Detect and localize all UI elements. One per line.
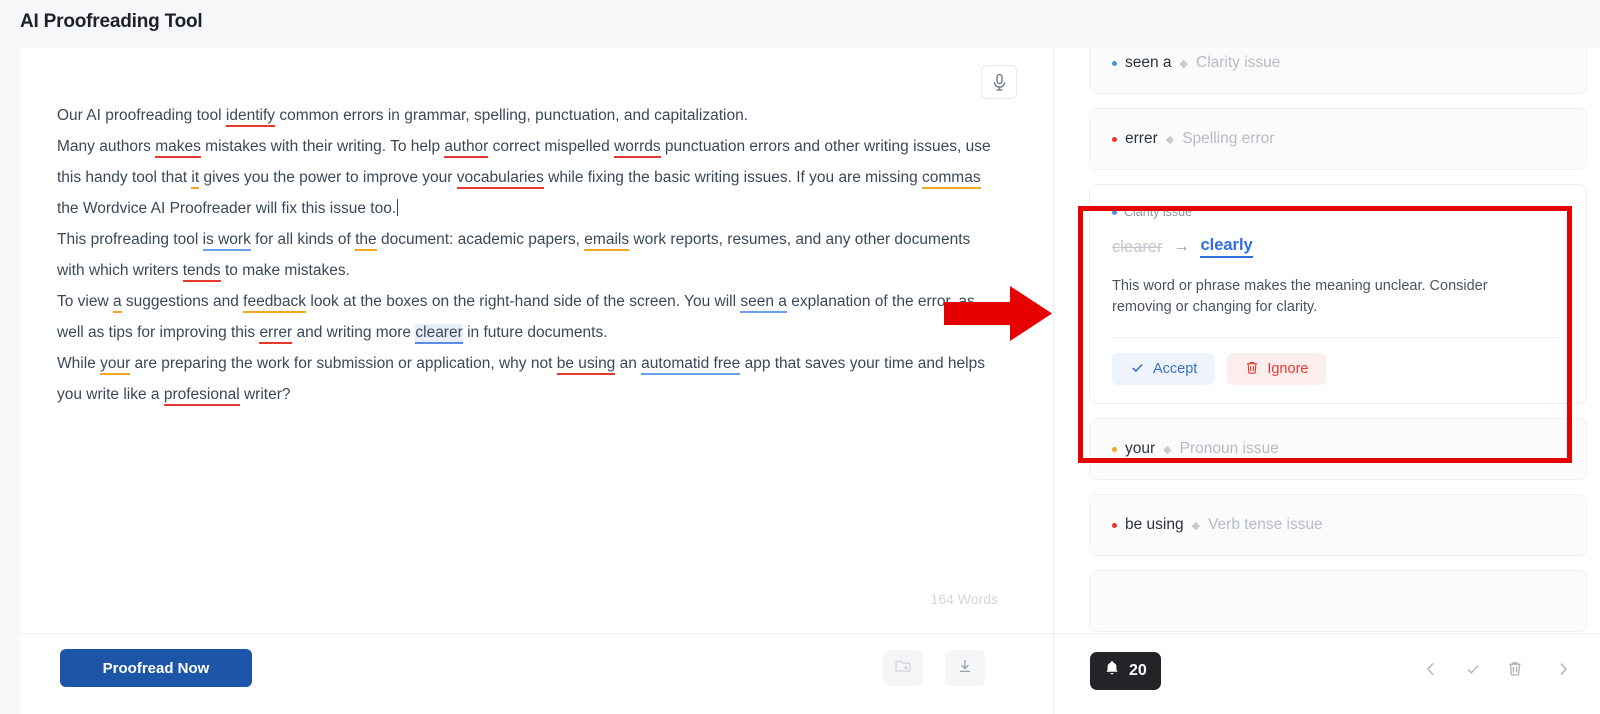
app-header: AI Proofreading Tool [0,0,1600,48]
notification-badge[interactable]: 20 [1090,652,1161,690]
suggestion-card[interactable] [1089,570,1587,632]
delete-suggestion-button[interactable] [1500,656,1530,686]
chevron-left-icon [1424,661,1438,682]
suggestion-type: Clarity issue [1124,205,1193,219]
suggestion-summary: errer ◆ Spelling error [1112,130,1274,148]
suggestion-type: Clarity issue [1196,54,1281,71]
chevron-right-icon [1556,661,1570,682]
suggestion-type: Verb tense issue [1208,516,1323,533]
error-span-red[interactable]: author [444,138,489,158]
suggestion-card[interactable]: seen a ◆ Clarity issue [1089,48,1587,94]
suggestion-change: clearer → clearly [1112,236,1564,258]
accept-suggestion-button[interactable] [1458,656,1488,686]
separator-icon: ◆ [1191,519,1201,532]
separator-icon: ◆ [1165,133,1175,146]
ignore-label: Ignore [1267,361,1309,377]
folder-download-icon [894,657,912,680]
suggestion-word: your [1125,440,1156,457]
suggestion-actions: Accept Ignore [1112,353,1564,385]
error-span-blue[interactable]: seen a [740,293,787,313]
error-span-blue[interactable]: is work [202,231,251,251]
issue-dot [1112,522,1117,528]
error-span-red[interactable]: makes [155,138,201,158]
suggestion-word: errer [1125,130,1158,147]
error-span-red[interactable]: worrds [614,138,661,158]
suggestion-word: be using [1125,516,1184,533]
editor-toolbar: Proofread Now [20,634,1053,714]
error-span-red[interactable]: identify [225,107,276,127]
document-text[interactable]: Our AI proofreading tool identify common… [57,100,998,410]
proofread-now-button[interactable]: Proofread Now [60,649,252,687]
check-icon [1130,360,1145,379]
replacement-word[interactable]: clearly [1200,236,1253,258]
download-icon [956,657,974,680]
document-paragraph: Many authors makes mistakes with their w… [57,138,991,217]
notification-count: 20 [1129,662,1147,679]
error-span-orange[interactable]: a [113,293,122,313]
next-suggestion-button[interactable] [1548,656,1578,686]
error-span-orange[interactable]: it [191,169,200,189]
document-paragraph: To view a suggestions and feedback look … [57,286,998,348]
document-paragraph: While your are preparing the work for su… [57,348,998,410]
issue-dot [1112,446,1117,452]
accept-button[interactable]: Accept [1112,353,1216,385]
check-icon [1465,661,1481,682]
download-button[interactable] [945,650,985,686]
suggestion-description: This word or phrase makes the meaning un… [1112,278,1488,315]
accept-label: Accept [1153,361,1198,377]
suggestion-summary: seen a ◆ Clarity issue [1112,54,1280,72]
error-span-orange[interactable]: the [355,231,377,251]
suggestions-list: seen a ◆ Clarity issue errer ◆ Spelling error… [1054,48,1600,633]
ignore-button[interactable]: Ignore [1227,353,1327,385]
document-paragraph: Our AI proofreading tool identify common… [57,100,998,131]
microphone-icon [992,73,1007,92]
error-span-orange[interactable]: emails [584,231,630,251]
error-span-red[interactable]: errer [259,324,293,344]
suggestion-type-row: Clarity issue [1112,205,1564,219]
page-title: AI Proofreading Tool [20,11,203,32]
folder-download-button[interactable] [883,650,923,686]
issue-dot [1112,209,1117,215]
error-span-blue[interactable]: automatid free [641,355,741,375]
suggestion-card[interactable]: your ◆ Pronoun issue [1089,418,1587,480]
suggestions-panel[interactable]: seen a ◆ Clarity issue errer ◆ Spelling error… [1053,48,1600,634]
suggestion-summary: your ◆ Pronoun issue [1112,440,1279,458]
app-root: AI Proofreading Tool Our AI proofreading… [0,0,1600,714]
error-span-orange[interactable]: feedback [243,293,307,313]
editor-card: Our AI proofreading tool identify common… [20,48,1053,634]
suggestion-card[interactable]: errer ◆ Spelling error [1089,108,1587,170]
microphone-button[interactable] [981,65,1017,99]
error-span-orange[interactable]: commas [922,169,981,189]
suggestion-type: Pronoun issue [1179,440,1279,457]
document-paragraph: This profreading tool is work for all ki… [57,224,998,286]
previous-suggestion-button[interactable] [1416,656,1446,686]
error-span-orange[interactable]: your [100,355,131,375]
arrow-right-icon: → [1173,238,1190,255]
text-caret [397,199,399,216]
trash-icon [1245,360,1259,379]
error-span-red[interactable]: profesional [163,386,240,406]
separator-icon: ◆ [1163,443,1172,456]
error-span-red[interactable]: tends [182,262,221,282]
error-span-red[interactable]: vocabularies [456,169,544,189]
separator-icon: ◆ [1179,57,1189,70]
word-count: 164 Words [930,591,998,607]
error-span-red[interactable]: be using [556,355,616,375]
original-word: clearer [1112,237,1163,256]
bell-icon [1104,660,1120,682]
suggestion-type: Spelling error [1182,130,1275,147]
suggestion-card[interactable]: be using ◆ Verb tense issue [1089,494,1587,556]
issue-dot [1112,136,1117,142]
suggestion-word: seen a [1125,54,1172,71]
error-span-blue-sel[interactable]: clearer [415,324,463,344]
suggestion-summary: be using ◆ Verb tense issue [1112,516,1323,534]
suggestion-card[interactable]: Clarity issue clearer → clearly This word or… [1089,184,1587,404]
trash-icon [1507,660,1523,682]
issue-dot [1112,60,1117,66]
suggestions-toolbar: 20 [1053,634,1600,714]
divider [1112,337,1564,338]
